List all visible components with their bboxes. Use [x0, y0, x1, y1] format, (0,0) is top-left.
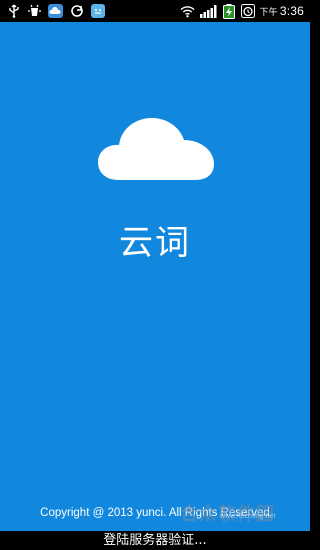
debug-icon	[27, 4, 42, 19]
cloud-icon	[97, 114, 215, 202]
wifi-icon	[180, 4, 195, 19]
app-name: 云词	[119, 223, 191, 263]
status-bar-notifications	[6, 4, 105, 19]
clock-period: 下午	[259, 7, 278, 17]
splash-screen: 云词 Copyright @ 2013 yunci. All Rights Re…	[0, 22, 310, 531]
sync-icon	[69, 4, 84, 19]
status-bar-system: 下午 3:36	[180, 3, 304, 19]
app-icon	[90, 4, 105, 19]
clock-time: 3:36	[279, 4, 304, 18]
copyright-text: Copyright @ 2013 yunci. All Rights Reser…	[40, 507, 270, 519]
status-bar: 下午 3:36	[0, 0, 310, 22]
alarm-icon	[240, 4, 255, 19]
battery-charging-icon	[221, 3, 236, 19]
weather-icon	[48, 4, 63, 19]
usb-icon	[6, 4, 21, 19]
toast-message: 登陆服务器验证...	[0, 531, 310, 550]
status-clock: 下午 3:36	[259, 4, 304, 18]
signal-icon	[199, 4, 217, 19]
